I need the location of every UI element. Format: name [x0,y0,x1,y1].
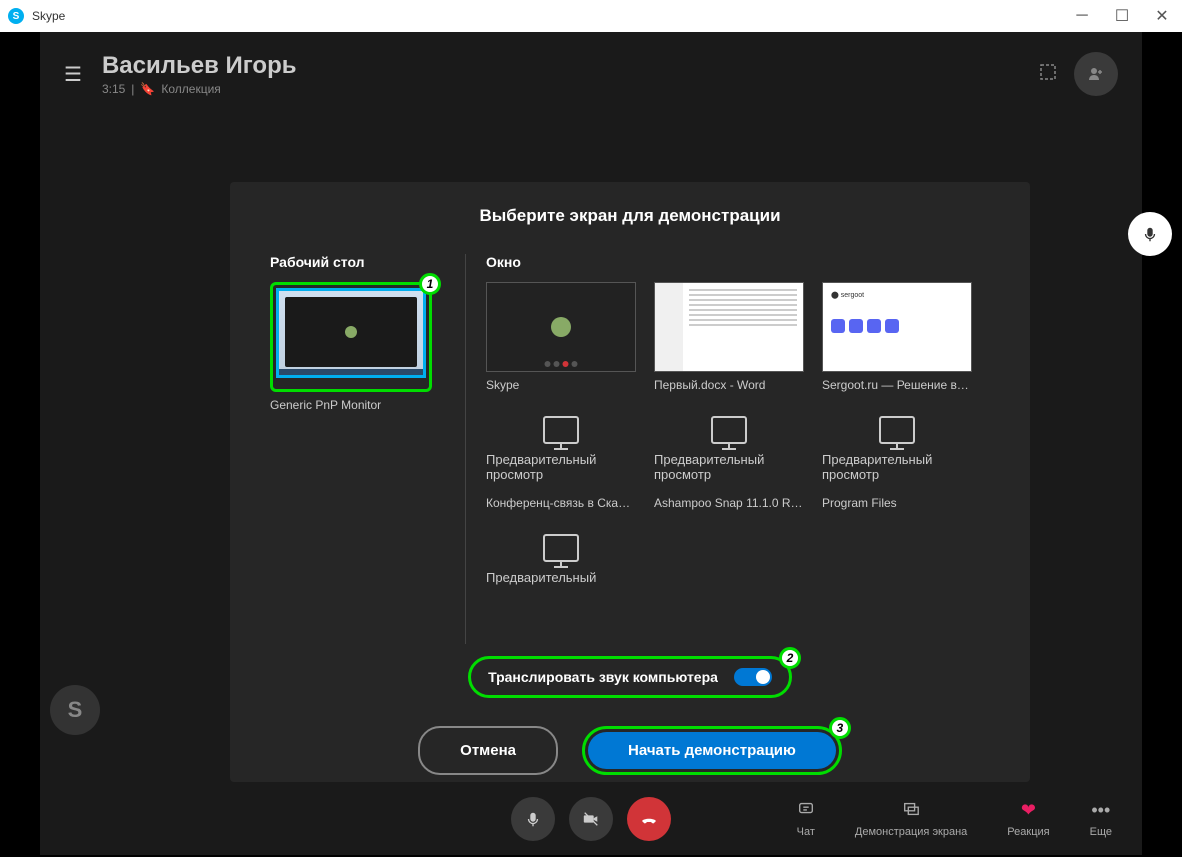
add-participant-button[interactable] [1074,52,1118,96]
desktop-thumb-label: Generic PnP Monitor [270,398,420,412]
collection-label: Коллекция [161,82,220,96]
preview-label: Предварительный просмотр [822,452,972,482]
monitor-icon [711,416,747,444]
window-thumb-extra[interactable]: Предварительный [486,528,636,585]
annotation-1: 1 [419,273,441,295]
window-thumb-programfiles[interactable]: Предварительный просмотр Program Files [822,410,972,510]
more-icon: ••• [1091,800,1110,822]
window-thumb-ashampoo[interactable]: Предварительный просмотр Ashampoo Snap 1… [654,410,804,510]
monitor-icon [879,416,915,444]
more-button[interactable]: ••• Еще [1090,800,1112,838]
share-screen-button[interactable]: Демонстрация экрана [855,800,967,838]
preview-label: Предварительный [486,570,636,585]
minimize-button[interactable]: ─ [1070,4,1094,28]
camera-off-button[interactable] [569,797,613,841]
more-label: Еще [1090,826,1112,838]
preview-label: Предварительный просмотр [486,452,636,482]
window-label: Program Files [822,496,972,510]
monitor-icon [543,534,579,562]
preview-label: Предварительный просмотр [654,452,804,482]
app-body: ☰ Васильев Игорь 3:15 | 🔖 Коллекция S Вы… [40,32,1142,855]
hangup-button[interactable] [627,797,671,841]
window-label: Конференц-связь в Скайпе [486,496,636,510]
screen-share-modal: Выберите экран для демонстрации Рабочий … [230,182,1030,782]
thumb-label: Skype [486,378,636,392]
contact-name: Васильев Игорь [102,52,1038,80]
chat-icon [797,800,815,822]
window-thumb-conf[interactable]: Предварительный просмотр Конференц-связь… [486,410,636,510]
modal-title: Выберите экран для демонстрации [270,206,990,226]
window-titlebar: S Skype ─ ☐ ✕ [0,0,1182,32]
window-label: Ashampoo Snap 11.1.0 Re... [654,496,804,510]
annotation-3: 3 [829,717,851,739]
audio-share-toggle[interactable] [734,668,772,686]
audio-share-label: Транслировать звук компьютера [488,669,718,685]
window-thumb-skype[interactable]: Skype [486,282,636,392]
window-thumb-word[interactable]: Первый.docx - Word [654,282,804,392]
chat-label: Чат [797,826,815,838]
call-subinfo: 3:15 | 🔖 Коллекция [102,82,1038,96]
annotation-2: 2 [779,647,801,669]
reaction-label: Реакция [1007,826,1049,838]
skype-logo-icon: S [8,8,24,24]
cancel-button[interactable]: Отмена [418,726,558,775]
menu-icon[interactable]: ☰ [64,62,82,87]
thumb-label: Первый.docx - Word [654,378,804,392]
call-header: ☰ Васильев Игорь 3:15 | 🔖 Коллекция [40,32,1142,116]
chat-button[interactable]: Чат [797,800,815,838]
maximize-button[interactable]: ☐ [1110,4,1134,28]
call-controls-bar: Чат Демонстрация экрана ❤ Реакция ••• Ещ… [40,783,1142,855]
thumb-label: Sergoot.ru — Решение ва... [822,378,972,392]
bookmark-icon: 🔖 [140,82,155,96]
desktop-section-label: Рабочий стол [270,254,445,270]
microphone-float-button[interactable] [1128,212,1172,256]
heart-icon: ❤ [1021,800,1036,822]
monitor-icon [543,416,579,444]
reaction-button[interactable]: ❤ Реакция [1007,800,1049,838]
start-share-button[interactable]: Начать демонстрацию [588,732,836,769]
share-label: Демонстрация экрана [855,826,967,838]
watermark-avatar: S [50,685,100,735]
close-button[interactable]: ✕ [1150,4,1174,28]
window-title: Skype [32,9,1070,23]
call-duration: 3:15 [102,82,125,96]
mute-mic-button[interactable] [511,797,555,841]
desktop-thumb-item[interactable] [276,288,426,378]
window-thumb-browser[interactable]: ⬤ sergoot Sergoot.ru — Решение ва... [822,282,972,392]
crop-icon[interactable] [1038,62,1058,87]
share-icon [902,800,920,822]
window-section-label: Окно [486,254,990,270]
